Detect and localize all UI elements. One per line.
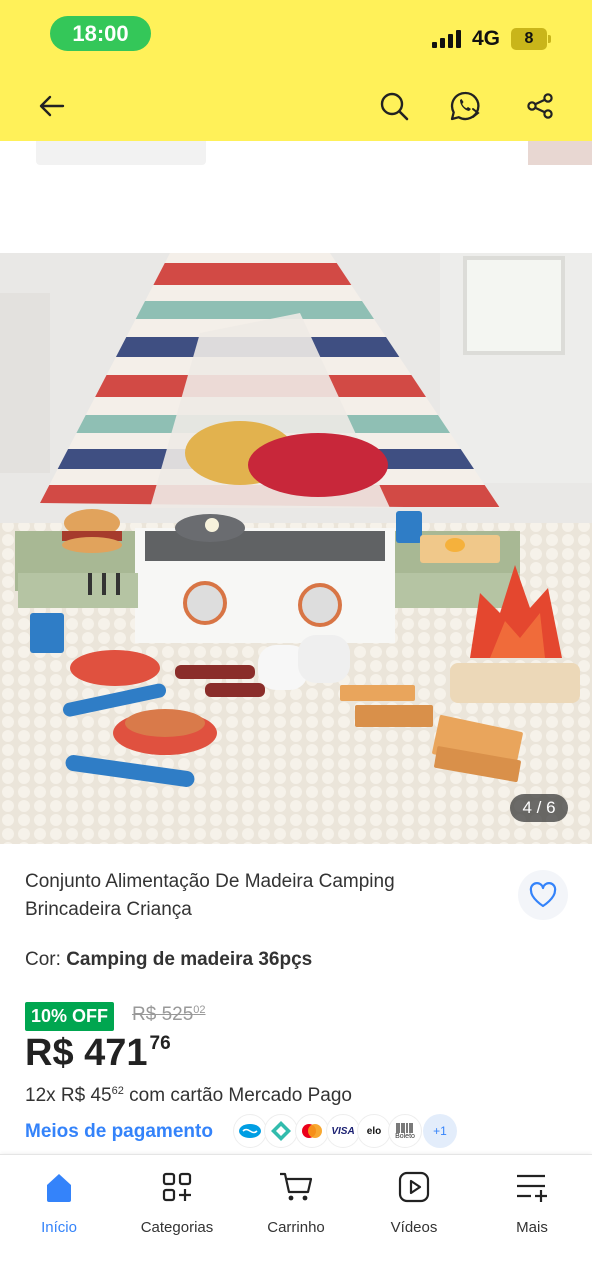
share-icon — [527, 93, 553, 119]
discount-badge: 10% OFF — [25, 1002, 115, 1031]
more-menu-icon — [512, 1167, 552, 1207]
whatsapp-share-button[interactable] — [446, 86, 486, 126]
arrow-left-icon — [39, 95, 65, 117]
thumbnail[interactable] — [528, 141, 592, 165]
gallery-counter: 4 / 6 — [510, 794, 568, 822]
favorite-button[interactable] — [518, 870, 568, 920]
app-header: 18:00 4G 8 — [0, 0, 592, 141]
previous-gallery-strip — [0, 141, 592, 171]
boleto-label: Boleto — [395, 1132, 415, 1140]
nav-carrinho[interactable]: Carrinho — [237, 1167, 355, 1247]
share-button[interactable] — [520, 86, 560, 126]
search-button[interactable] — [374, 86, 414, 126]
whatsapp-share-icon — [450, 91, 480, 121]
price-main: R$ 471 — [25, 1032, 148, 1074]
cart-icon — [276, 1167, 316, 1207]
old-price: R$ 52502 — [132, 1004, 206, 1026]
installments-cents: 62 — [111, 1085, 124, 1097]
pix-icon — [264, 1114, 298, 1148]
status-time: 18:00 — [50, 16, 151, 51]
product-image[interactable] — [0, 253, 592, 844]
boleto-icon: Boleto — [388, 1114, 422, 1148]
mercado-pago-icon — [233, 1114, 267, 1148]
search-icon — [380, 92, 409, 121]
color-value: Camping de madeira 36pçs — [66, 949, 313, 970]
product-photo — [0, 253, 592, 844]
installments-text: 12x R$ 4562 com cartão Mercado Pago — [25, 1085, 352, 1107]
video-icon — [394, 1167, 434, 1207]
visa-icon: VISA — [326, 1114, 360, 1148]
nav-label: Categorias — [140, 1219, 214, 1236]
current-price: R$ 471 76 — [25, 1032, 171, 1075]
nav-mais[interactable]: Mais — [473, 1167, 591, 1247]
nav-label: Vídeos — [390, 1219, 438, 1236]
color-label: Cor: — [25, 949, 61, 970]
back-button[interactable] — [32, 86, 72, 126]
nav-videos[interactable]: Vídeos — [355, 1167, 473, 1247]
price-cents: 76 — [149, 1033, 171, 1054]
more-payment-badge: +1 — [423, 1114, 457, 1148]
thumbnail[interactable] — [36, 141, 206, 165]
installments-suffix: com cartão Mercado Pago — [123, 1085, 352, 1106]
nav-label: Mais — [516, 1219, 548, 1236]
mastercard-icon — [295, 1114, 329, 1148]
elo-icon: elo — [357, 1114, 391, 1148]
old-price-cents: 02 — [193, 1004, 206, 1016]
payment-methods-link[interactable]: Meios de pagamento — [25, 1121, 213, 1143]
signal-icon — [432, 28, 461, 48]
home-icon — [39, 1167, 79, 1207]
bottom-navigation: Início Categorias Carrinho Vídeos Mais — [0, 1154, 592, 1280]
product-title: Conjunto Alimentação De Madeira Camping … — [25, 871, 395, 920]
heart-icon — [529, 882, 557, 908]
color-variant[interactable]: Cor: Camping de madeira 36pçs — [25, 949, 312, 971]
installments-prefix: 12x R$ 45 — [25, 1085, 112, 1106]
categories-icon — [157, 1167, 197, 1207]
old-price-main: R$ 525 — [132, 1004, 194, 1025]
nav-label: Carrinho — [267, 1219, 325, 1236]
network-type: 4G — [472, 27, 501, 50]
battery-level: 8 — [524, 30, 534, 47]
battery-icon: 8 — [511, 28, 551, 50]
nav-categorias[interactable]: Categorias — [118, 1167, 236, 1247]
nav-inicio[interactable]: Início — [0, 1167, 118, 1247]
payment-icons[interactable]: VISA elo Boleto +1 — [233, 1114, 457, 1148]
nav-label: Início — [41, 1219, 77, 1236]
